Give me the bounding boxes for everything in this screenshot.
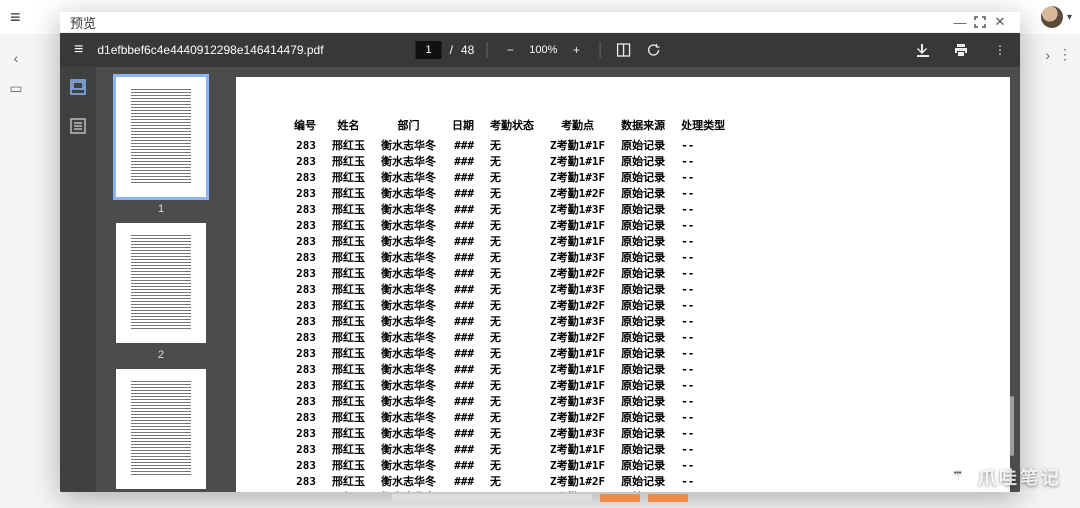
table-row: 283邢红玉衡水志华冬###无Z考勤1#1F原始记录-- [286,441,733,457]
back-icon[interactable]: ‹ [14,50,19,66]
column-header: 考勤状态 [482,117,542,137]
column-header: 部门 [373,117,444,137]
table-row: 283邢红玉衡水志华冬###无Z考勤1#1F原始记录-- [286,137,733,153]
more-vertical-icon[interactable]: ⋮ [1058,46,1072,63]
column-header: 日期 [444,117,482,137]
table-row: 283邢红玉衡水志华冬###无Z考勤1#2F原始记录-- [286,185,733,201]
table-row: 283邢红玉衡水志华冬###无Z考勤1#3F原始记录-- [286,201,733,217]
pdf-page: 编号姓名部门日期考勤状态考勤点数据来源处理类型 283邢红玉衡水志华冬###无Z… [236,77,1010,492]
thumbnail-number: 1 [158,203,164,215]
table-header-row: 编号姓名部门日期考勤状态考勤点数据来源处理类型 [286,117,733,137]
minimize-button[interactable]: — [950,12,970,32]
fullscreen-button[interactable] [970,12,990,32]
scrollbar-indicator[interactable] [1010,396,1014,456]
forward-icon[interactable]: › [1045,47,1050,63]
thumbnail-page-2[interactable] [116,223,206,343]
page-total: 48 [461,43,474,57]
table-row: 283邢红玉衡水志华冬###无Z考勤1#1F原始记录-- [286,233,733,249]
column-header: 考勤点 [542,117,613,137]
download-icon[interactable] [912,39,934,61]
column-header: 姓名 [324,117,373,137]
table-row: 283邢红玉衡水志华冬###无Z考勤1#2F原始记录-- [286,329,733,345]
table-row: 283邢红玉衡水志华冬###无Z考勤1#3F原始记录-- [286,425,733,441]
print-icon[interactable] [950,39,972,61]
sidebar-toggle-icon[interactable]: ≡ [74,41,83,59]
table-row: 283邢红玉衡水志华冬###无Z考勤1#1F原始记录-- [286,361,733,377]
table-row: 283邢红玉衡水志华冬###无Z考勤1#3F原始记录-- [286,169,733,185]
menu-icon[interactable]: ≡ [10,7,21,28]
more-icon[interactable]: ⋮ [988,39,1010,61]
table-row: 283邢红玉衡水志华冬###无Z考勤1#2F原始记录-- [286,297,733,313]
avatar-icon [1041,6,1063,28]
table-row: 283邢红玉衡水志华冬###无Z考勤1#2F原始记录-- [286,265,733,281]
close-button[interactable]: ✕ [990,12,1010,32]
page-area[interactable]: 编号姓名部门日期考勤状态考勤点数据来源处理类型 283邢红玉衡水志华冬###无Z… [226,67,1020,492]
column-header: 编号 [286,117,324,137]
table-row: 283邢红玉衡水志华冬###无Z考勤1#2F原始记录-- [286,409,733,425]
zoom-out-button[interactable]: − [499,39,521,61]
pdf-toolbar: ≡ d1efbbef6c4e4440912298e146414479.pdf 1… [60,33,1020,67]
modal-title: 预览 [70,13,96,32]
page-input[interactable]: 1 [416,41,442,59]
preview-modal: 预览 — ✕ ≡ d1efbbef6c4e4440912298e14641447… [60,12,1020,492]
modal-titlebar: 预览 — ✕ [60,12,1020,33]
table-row: 283邢红玉衡水志华冬###无Z考勤1#3F原始记录-- [286,313,733,329]
tab-icon[interactable]: ▭ [9,80,22,97]
footer-strip [60,494,1020,500]
thumbnail-page-1[interactable] [116,77,206,197]
file-name: d1efbbef6c4e4440912298e146414479.pdf [97,43,323,57]
column-header: 数据来源 [613,117,673,137]
thumbnail-number: 2 [158,349,164,361]
table-row: 283邢红玉衡水志华冬###无Z考勤1#3F原始记录-- [286,281,733,297]
table-row: 283邢红玉衡水志华冬###无Z考勤1#1F原始记录-- [286,345,733,361]
page-separator: / [450,43,453,57]
rotate-icon[interactable] [642,39,664,61]
table-row: 283邢红玉衡水志华冬###无Z考勤1#1F原始记录-- [286,153,733,169]
zoom-in-button[interactable]: + [565,39,587,61]
thumbnails-tab-icon[interactable] [70,79,86,100]
thumbnail-page-3[interactable] [116,369,206,489]
browser-nav: ‹ ▭ [0,46,32,97]
user-menu[interactable]: ▾ [1041,6,1072,28]
fit-page-icon[interactable] [612,39,634,61]
table-row: 283邢红玉衡水志华冬###无Z考勤1#3F原始记录-- [286,393,733,409]
table-row: 283邢红玉衡水志华冬###无Z考勤1#1F原始记录-- [286,457,733,473]
table-row: 283邢红玉衡水志华冬###无Z考勤1#1F原始记录-- [286,377,733,393]
table-row: 283邢红玉衡水志华冬###无Z考勤1#3F原始记录-- [286,249,733,265]
attendance-table: 编号姓名部门日期考勤状态考勤点数据来源处理类型 283邢红玉衡水志华冬###无Z… [286,117,733,492]
column-header: 处理类型 [673,117,733,137]
pdf-viewer: ≡ d1efbbef6c4e4440912298e146414479.pdf 1… [60,33,1020,492]
table-row: 283邢红玉衡水志华冬###无Z考勤1#1F原始记录-- [286,217,733,233]
thumbnail-strip: 123 [96,67,226,492]
caret-down-icon: ▾ [1067,12,1072,23]
outline-tab-icon[interactable] [70,118,86,139]
table-row: 283邢红玉衡水志华冬###无Z考勤1#1F原始记录-- [286,489,733,492]
viewer-sidebar [60,67,96,492]
table-row: 283邢红玉衡水志华冬###无Z考勤1#2F原始记录-- [286,473,733,489]
zoom-level: 100% [529,44,557,56]
